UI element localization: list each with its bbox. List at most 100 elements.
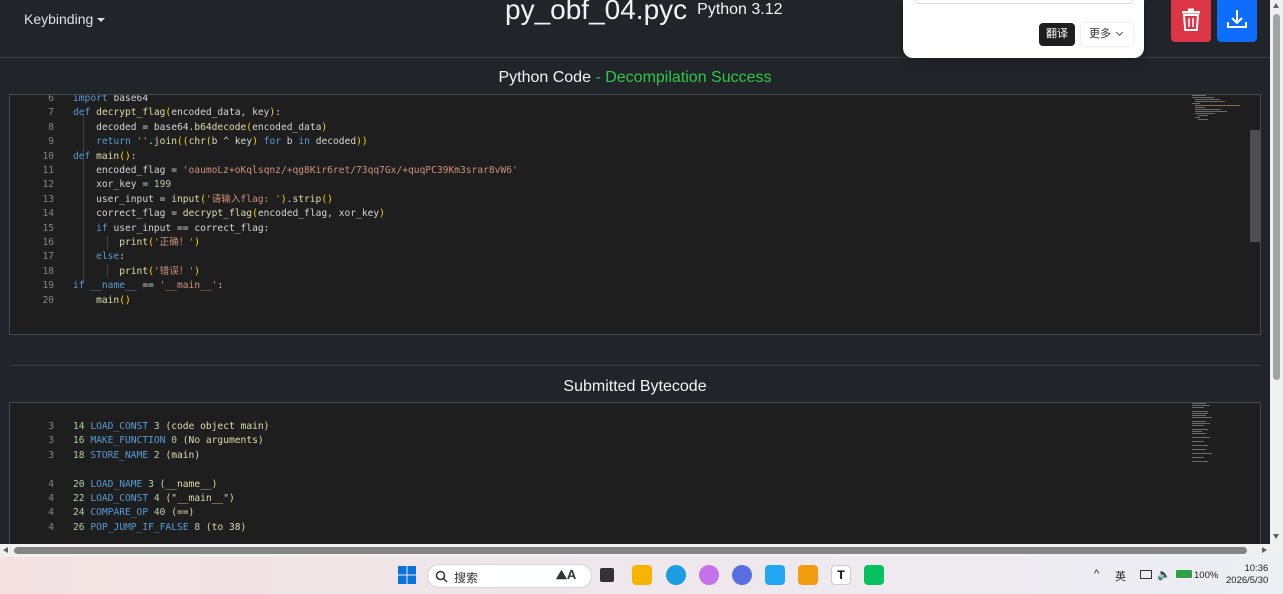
network-icon[interactable] (1140, 570, 1152, 579)
line-number: 4 (48, 521, 54, 533)
file-name: py_obf_04.pyc (505, 0, 688, 25)
scroll-up-icon[interactable] (1273, 3, 1279, 8)
line-number: 7 (48, 107, 54, 119)
code-text: return ''.join((chr(b ^ key) for b in de… (96, 136, 368, 148)
code-text: print('错误！') (119, 265, 201, 277)
line-number: 3 (48, 421, 54, 432)
translate-button[interactable]: 翻译 (1039, 23, 1075, 46)
code-text: correct_flag = decrypt_flag(encoded_flag… (96, 208, 385, 220)
line-number: 6 (48, 94, 54, 104)
page-hscroll-thumb[interactable] (14, 547, 1247, 554)
bytecode-text: 26 POP_JUMP_IF_FALSE 8 (to 38) (73, 521, 247, 533)
page-title: py_obf_04.pyc Python 3.12 (505, 0, 783, 26)
taskbar: 搜索 ⛰A T ^ 英 🔈 100% 10:36 2026/5/30 (0, 557, 1283, 594)
bytecode-line (10, 463, 1185, 477)
code-text: xor_key = 199 (96, 179, 172, 191)
line-number: 19 (42, 280, 54, 292)
code-line: 12 xor_key = 199 (10, 178, 1185, 192)
line-number: 15 (42, 222, 54, 234)
tray-expand-icon[interactable]: ^ (1094, 568, 1099, 580)
clock[interactable]: 10:36 2026/5/30 (1226, 563, 1268, 587)
download-button[interactable] (1217, 0, 1257, 42)
search-placeholder: 搜索 (454, 571, 479, 585)
bytecode-line: 3 16 MAKE_FUNCTION 0 (No arguments) (10, 434, 1185, 448)
trash-icon (1182, 8, 1200, 31)
line-number: 4 (48, 507, 54, 519)
code-text: user_input = input('请输入flag: ').strip() (96, 193, 333, 205)
code-text: decoded = base64.b64decode(encoded_data) (96, 121, 328, 133)
page-horizontal-scrollbar[interactable] (0, 544, 1283, 557)
keybinding-dropdown[interactable]: Keybinding (24, 11, 106, 27)
file-explorer-icon[interactable] (632, 565, 652, 585)
code-line: 19 if __name__ == '__main__': (10, 279, 1185, 293)
chat-app-icon[interactable] (732, 565, 752, 585)
keybinding-label: Keybinding (24, 11, 94, 27)
battery-icon[interactable] (1176, 570, 1192, 578)
code-line: 6 import base64 (10, 94, 1185, 106)
code-text: def decrypt_flag(encoded_data, key): (73, 107, 281, 119)
line-number: 9 (48, 136, 54, 148)
code-line: 20 main() (10, 294, 1185, 308)
code-line: 17 else: (10, 250, 1185, 264)
bytecode-title: Submitted Bytecode (563, 378, 707, 395)
code-text: else: (96, 251, 125, 263)
bytecode-editor[interactable]: 3 14 LOAD_CONST 3 (code object main) 3 16 M… (9, 402, 1261, 544)
code-line: 13 user_input = input('请输入flag: ').strip… (10, 193, 1185, 207)
bytecode-text: 24 COMPARE_OP 40 (==) (73, 507, 195, 519)
wechat-icon[interactable] (864, 565, 884, 585)
line-number: 12 (42, 179, 54, 191)
download-icon (1227, 10, 1247, 28)
code-line: 7 def decrypt_flag(encoded_data, key): (10, 106, 1185, 120)
line-number: 8 (48, 121, 54, 133)
edge-icon[interactable] (666, 565, 686, 585)
bytecode-line: 4 26 POP_JUMP_IF_FALSE 8 (to 38) (10, 521, 1185, 535)
scroll-right-icon[interactable] (1262, 547, 1267, 553)
code-minimap[interactable] (1192, 95, 1252, 155)
taskbar-search[interactable]: 搜索 ⛰A (427, 564, 592, 588)
more-button[interactable]: 更多 (1081, 23, 1133, 46)
clock-time: 10:36 (1244, 563, 1269, 574)
translate-input[interactable] (915, 0, 1133, 4)
task-view-icon[interactable] (600, 568, 614, 582)
line-number: 14 (42, 208, 54, 220)
bytecode-text: 20 LOAD_NAME 3 (__name__) (73, 478, 218, 490)
search-icon (435, 570, 448, 583)
code-line: 11 encoded_flag = 'oaumoLz+oKqlsqnz/+qg8… (10, 164, 1185, 178)
bytecode-text: 16 MAKE_FUNCTION 0 (No arguments) (73, 435, 264, 447)
page-vertical-scrollbar[interactable] (1270, 0, 1283, 544)
translate-popup: 翻译 更多 (903, 0, 1144, 58)
code-text: encoded_flag = 'oaumoLz+oKqlsqnz/+qg8Kir… (96, 165, 518, 176)
line-number: 13 (42, 193, 54, 205)
input-language[interactable]: 英 (1115, 568, 1126, 584)
code-line: 15 if user_input == correct_flag: (10, 222, 1185, 236)
line-number: 4 (48, 478, 54, 490)
scroll-down-icon[interactable] (1273, 534, 1279, 539)
bytecode-line: 4 24 COMPARE_OP 40 (==) (10, 506, 1185, 520)
page: Keybinding py_obf_04.pyc Python 3.12 翻译 更… (0, 0, 1270, 544)
windows-start-icon[interactable] (397, 565, 417, 585)
line-number: 3 (48, 449, 54, 461)
page-scrollbar-thumb[interactable] (1273, 14, 1280, 380)
code-text: if user_input == correct_flag: (96, 222, 270, 234)
ide-icon[interactable] (798, 565, 818, 585)
more-label: 更多 (1089, 28, 1111, 40)
line-number: 17 (42, 251, 54, 263)
code-text: main() (96, 294, 131, 306)
python-code-title: Python Code (498, 69, 591, 86)
typora-icon[interactable]: T (831, 565, 851, 585)
delete-button[interactable] (1171, 0, 1211, 42)
decompilation-status: - Decompilation Success (595, 69, 772, 86)
code-line: 9 return ''.join((chr(b ^ key) for b in … (10, 135, 1185, 149)
scroll-left-icon[interactable] (3, 547, 8, 553)
clock-date: 2026/5/30 (1226, 575, 1269, 586)
code-line: 10 def main(): (10, 150, 1185, 164)
vscode-icon[interactable] (765, 565, 785, 585)
volume-icon[interactable]: 🔈 (1157, 568, 1171, 581)
cat-app-icon[interactable] (699, 565, 719, 585)
python-code-editor[interactable]: 6 import base64 7 def decrypt_flag(encoded_… (9, 94, 1261, 335)
code-scrollbar-thumb[interactable] (1250, 130, 1260, 242)
section-divider (9, 365, 1261, 366)
code-line: 18 print('错误！') (10, 265, 1185, 279)
line-number: 20 (42, 294, 54, 306)
bytecode-minimap[interactable] (1192, 403, 1252, 463)
